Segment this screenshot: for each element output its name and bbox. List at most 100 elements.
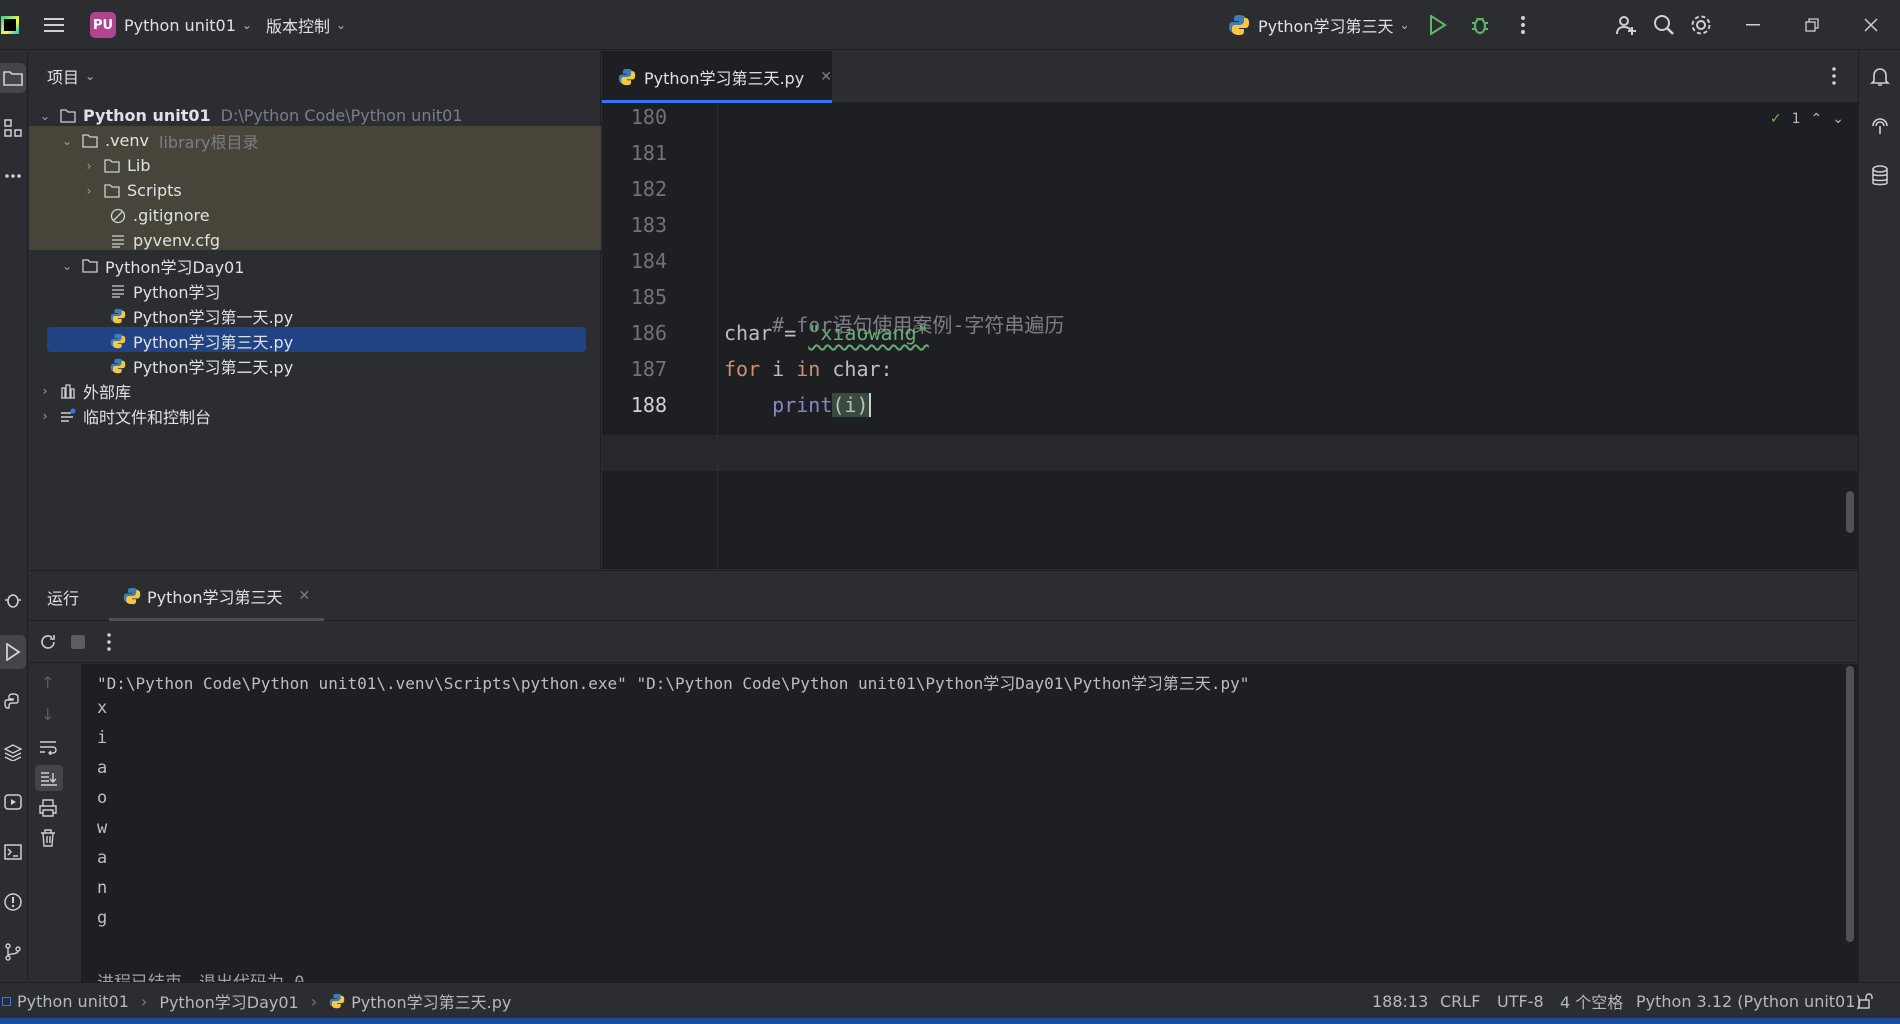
breadcrumb-item[interactable]: Python学习Day01 bbox=[159, 989, 298, 1013]
run-button[interactable] bbox=[1420, 7, 1456, 43]
close-tab-icon[interactable]: ✕ bbox=[820, 69, 832, 85]
console-scrollbar[interactable] bbox=[1846, 666, 1854, 942]
search-icon[interactable] bbox=[1646, 7, 1682, 43]
library-icon bbox=[59, 383, 77, 399]
layers-icon[interactable] bbox=[0, 737, 26, 767]
notifications-bell-icon[interactable] bbox=[1869, 65, 1891, 91]
tree-item-lib[interactable]: › Lib bbox=[81, 153, 151, 178]
folder-icon bbox=[103, 158, 121, 174]
code-keyword: for bbox=[724, 357, 761, 381]
soft-wrap-icon[interactable] bbox=[39, 739, 57, 759]
tree-item-day2-py[interactable]: Python学习第二天.py bbox=[103, 353, 293, 378]
tree-item-day01-folder[interactable]: ⌄ Python学习Day01 bbox=[59, 253, 244, 278]
rerun-icon[interactable] bbox=[39, 633, 57, 655]
inspection-widget[interactable]: ✓ 1 ⌃ ⌄ bbox=[1770, 111, 1844, 127]
line-number-current: 188 bbox=[630, 393, 667, 417]
python-file-icon bbox=[109, 308, 127, 324]
chevron-down-icon[interactable]: ⌄ bbox=[1832, 111, 1844, 127]
code-line-187[interactable]: for i in char: bbox=[724, 357, 893, 381]
tree-item-venv[interactable]: ⌄ .venv library根目录 bbox=[59, 128, 259, 153]
ai-assistant-icon[interactable] bbox=[1869, 115, 1891, 141]
code-line-186[interactable]: char = "xiaowang" bbox=[724, 321, 929, 345]
folder-icon bbox=[81, 133, 99, 149]
tree-item-scratches[interactable]: › 临时文件和控制台 bbox=[37, 403, 211, 428]
debug-tool-bug-icon[interactable] bbox=[0, 585, 26, 615]
python-interpreter[interactable]: Python 3.12 (Python unit01) bbox=[1636, 983, 1862, 1019]
add-user-icon[interactable] bbox=[1608, 7, 1644, 43]
tree-item-scripts[interactable]: › Scripts bbox=[81, 178, 182, 203]
module-icon bbox=[2, 996, 11, 1006]
run-tool-play-icon[interactable] bbox=[0, 635, 26, 669]
tree-item-day1-py[interactable]: Python学习第一天.py bbox=[103, 303, 293, 328]
console-output[interactable]: "D:\Python Code\Python unit01\.venv\Scri… bbox=[81, 664, 1858, 982]
chevron-up-icon[interactable]: ⌃ bbox=[1811, 111, 1823, 127]
close-window-icon[interactable] bbox=[1853, 7, 1889, 43]
project-panel-header[interactable]: 项目 ⌄ bbox=[29, 51, 600, 101]
code-line-188[interactable]: print(i) bbox=[724, 393, 871, 417]
restore-window-icon[interactable] bbox=[1794, 7, 1830, 43]
console-output-line: n bbox=[97, 878, 108, 898]
status-bar: Python unit01 › Python学习Day01 › Python学习… bbox=[0, 982, 1900, 1018]
tree-label: Python学习Day01 bbox=[105, 257, 245, 277]
stop-icon[interactable] bbox=[71, 635, 85, 649]
project-tool-window: 项目 ⌄ ⌄ Python unit01 D:\Python Code\Pyth… bbox=[29, 51, 601, 569]
debug-button[interactable] bbox=[1462, 7, 1498, 43]
line-number: 183 bbox=[630, 213, 667, 237]
tree-label: Python unit01 bbox=[83, 106, 211, 125]
scroll-to-end-icon[interactable] bbox=[35, 765, 63, 791]
services-icon[interactable] bbox=[0, 787, 26, 817]
run-config-selector[interactable]: Python学习第三天 ⌄ bbox=[1228, 0, 1410, 50]
editor-tab-bar: Python学习第三天.py ✕ bbox=[602, 51, 1858, 103]
breadcrumb-item[interactable]: Python unit01 bbox=[17, 992, 129, 1011]
project-folder-icon[interactable] bbox=[0, 63, 26, 93]
unlock-icon[interactable] bbox=[1858, 983, 1874, 1019]
tree-item-gitignore[interactable]: .gitignore bbox=[103, 203, 210, 228]
bug-icon bbox=[1472, 17, 1488, 34]
collapsed-arrow-icon: › bbox=[86, 183, 92, 198]
more-tools-icon[interactable] bbox=[0, 161, 26, 191]
chevron-down-icon: ⌄ bbox=[1399, 18, 1410, 32]
breadcrumb-item[interactable]: Python学习第三天.py bbox=[351, 989, 511, 1013]
python-file-icon bbox=[329, 993, 345, 1009]
line-separator[interactable]: CRLF bbox=[1440, 983, 1480, 1019]
print-icon[interactable] bbox=[39, 799, 57, 821]
scroll-up-arrow-icon[interactable]: ↑ bbox=[41, 673, 54, 692]
tree-item-day3-py-selected[interactable]: Python学习第三天.py bbox=[103, 328, 293, 353]
breadcrumb-separator-icon: › bbox=[310, 991, 318, 1011]
editor-options-icon[interactable] bbox=[1832, 67, 1836, 89]
editor-tab-active[interactable]: Python学习第三天.py ✕ bbox=[602, 51, 832, 103]
tree-item-pyvenv-cfg[interactable]: pyvenv.cfg bbox=[103, 228, 220, 253]
terminal-icon[interactable] bbox=[0, 837, 26, 867]
expanded-arrow-icon: ⌄ bbox=[61, 258, 73, 273]
chevron-down-icon: ⌄ bbox=[85, 69, 96, 83]
project-panel-title: 项目 bbox=[47, 68, 80, 87]
problems-icon[interactable] bbox=[0, 887, 26, 917]
run-config-tab-label: Python学习第三天 bbox=[147, 588, 283, 607]
tree-label: Scripts bbox=[127, 181, 182, 200]
git-branch-icon[interactable] bbox=[0, 937, 26, 967]
project-switcher[interactable]: PU Python unit01 ⌄ bbox=[90, 0, 252, 50]
more-run-actions-icon[interactable] bbox=[107, 633, 111, 655]
file-encoding[interactable]: UTF-8 bbox=[1497, 983, 1544, 1019]
tree-item-external-libs[interactable]: › 外部库 bbox=[37, 378, 131, 403]
close-tab-icon[interactable]: ✕ bbox=[298, 588, 310, 604]
settings-gear-icon[interactable] bbox=[1683, 7, 1719, 43]
scroll-down-arrow-icon[interactable]: ↓ bbox=[41, 705, 54, 724]
tree-item-project-root[interactable]: ⌄ Python unit01 D:\Python Code\Python un… bbox=[37, 103, 463, 128]
clear-trash-icon[interactable] bbox=[39, 829, 57, 851]
tree-item-python-study[interactable]: Python学习 bbox=[103, 278, 220, 303]
more-actions-icon[interactable] bbox=[1505, 7, 1541, 43]
minimize-window-icon[interactable] bbox=[1735, 7, 1771, 43]
indent-setting[interactable]: 4 个空格 bbox=[1560, 983, 1623, 1019]
run-config-tab[interactable]: Python学习第三天 ✕ bbox=[109, 571, 325, 621]
structure-icon[interactable] bbox=[0, 113, 26, 143]
caret-position[interactable]: 188:13 bbox=[1372, 983, 1428, 1019]
editor-scrollbar[interactable] bbox=[1846, 491, 1854, 533]
tree-label: .venv bbox=[105, 131, 150, 150]
vcs-menu[interactable]: 版本控制 ⌄ bbox=[266, 0, 346, 50]
database-icon[interactable] bbox=[1869, 165, 1891, 191]
python-console-icon[interactable] bbox=[0, 687, 26, 717]
console-command-line: "D:\Python Code\Python unit01\.venv\Scri… bbox=[97, 674, 1250, 693]
line-number: 180 bbox=[630, 105, 667, 129]
main-menu-icon[interactable] bbox=[36, 7, 72, 43]
